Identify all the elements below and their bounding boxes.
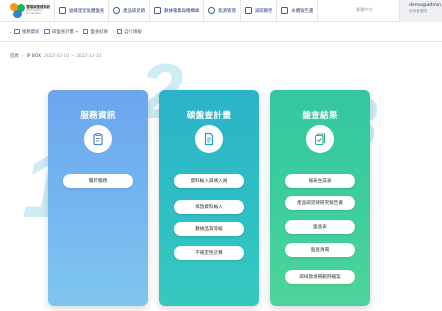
card-title: 盤查結果: [302, 111, 338, 121]
logo-subtitle: CO2 Carbon Accounting: [26, 9, 42, 15]
card-title: 碳盤查計畫: [186, 111, 232, 121]
user-menu[interactable]: demo@admin 使用者權限: [399, 0, 442, 22]
result-icon: [82, 28, 89, 35]
logo-mark-icon: [10, 2, 25, 19]
inventory-result-card: 盤查結果 報表生成表 產品碳足跡研究報告書 盤查表 盤查清冊 碳排放清冊範例檔案: [270, 90, 370, 306]
topnav-label: 數據蒐集與機構庫: [164, 8, 200, 14]
uncertainty-calc-button[interactable]: 不確定性計算: [174, 246, 244, 260]
carbon-plan-card: 碳盤查計畫 資料輸入與填入員 排放資料輸入 數據品質等級 不確定性計算: [159, 90, 259, 306]
top-nav: 組織溫室氣體盤查 產品碳足跡 數據蒐集與機構庫 能源管理 減碳路徑 永續報告書: [54, 0, 319, 22]
about-service-button[interactable]: 關於服務: [63, 174, 133, 188]
user-role: 使用者權限: [409, 9, 427, 14]
breadcrumb-current: IP BOX: [26, 53, 42, 59]
chevron-right-icon: ›: [113, 29, 115, 34]
energy-icon: [208, 7, 216, 14]
language-switch[interactable]: 繁體中文: [356, 7, 373, 13]
topnav-label: 永續報告書: [291, 8, 314, 14]
breadcrumb-separator: ›: [21, 53, 24, 59]
data-quality-level-button[interactable]: 數據品質等級: [174, 222, 244, 236]
report-icon: [281, 7, 289, 14]
topnav-label: 組織溫室氣體盤查: [69, 8, 105, 14]
breadcrumb-home[interactable]: 首頁: [10, 53, 19, 59]
database-icon: [154, 7, 162, 14]
topnav-label: 產品碳足跡: [123, 8, 146, 14]
footprint-icon: [113, 7, 121, 14]
emission-data-input-button[interactable]: 排放資料輸入: [174, 200, 244, 214]
app-logo[interactable]: 實踐碳管理系統 CO2 Carbon Accounting: [0, 0, 54, 22]
footprint-study-report-button[interactable]: 產品碳足跡研究報告書: [285, 196, 355, 210]
clipboard-icon: [84, 125, 112, 153]
building-icon: [59, 7, 66, 14]
topnav-label: 能源管理: [218, 8, 236, 14]
subnav-inventory-result[interactable]: 盤查結果: [82, 28, 108, 35]
data-entry-staff-button[interactable]: 資料輸入與填入員: [174, 174, 244, 188]
plan-icon: [44, 28, 50, 35]
path-icon: [244, 7, 252, 14]
subnav-label: 盤查結果: [90, 29, 108, 35]
topnav-reduction-path[interactable]: 減碳路徑: [241, 0, 278, 22]
emission-list-sample-button[interactable]: 碳排放清冊範例檔案: [285, 270, 355, 284]
chevron-down-icon: ⌄: [9, 29, 13, 34]
subnav-service-info[interactable]: ⌄ 服務資訊: [9, 28, 40, 35]
breadcrumb-date-range: 2022-01-01 ~ 2022-12-31: [44, 53, 102, 59]
top-bar: 實踐碳管理系統 CO2 Carbon Accounting 組織溫室氣體盤查 產…: [0, 0, 442, 22]
document-icon: [195, 125, 223, 153]
subnav-label: 自行填報: [124, 29, 142, 35]
checklist-icon: [306, 125, 334, 153]
service-info-card: 服務資訊 關於服務: [48, 90, 148, 306]
topnav-label: 減碳路徑: [254, 8, 273, 14]
caret-down-icon: ▾: [75, 29, 78, 34]
subnav-self-report[interactable]: › 自行填報: [113, 28, 142, 35]
topnav-org-inventory[interactable]: 組織溫室氣體盤查: [54, 0, 110, 22]
fill-icon: [116, 28, 123, 35]
subnav-carbon-plan[interactable]: 碳盤查計畫 ▾: [44, 28, 78, 35]
breadcrumb: 首頁 › IP BOX 2022-01-01 ~ 2022-12-31: [10, 53, 102, 60]
topnav-data-collection[interactable]: 數據蒐集與機構庫: [150, 0, 205, 22]
subnav-label: 服務資訊: [21, 29, 40, 35]
sub-nav: ⌄ 服務資訊 碳盤查計畫 ▾ 盤查結果 › 自行填報: [0, 22, 442, 42]
card-title: 服務資訊: [80, 111, 116, 121]
inventory-table-button[interactable]: 盤查表: [285, 220, 355, 234]
topnav-energy[interactable]: 能源管理: [204, 0, 241, 22]
report-generation-button[interactable]: 報表生成表: [285, 174, 355, 188]
topnav-product-footprint[interactable]: 產品碳足跡: [109, 0, 151, 22]
inventory-list-button[interactable]: 盤查清冊: [285, 243, 355, 257]
info-icon: [14, 28, 20, 35]
subnav-label: 碳盤查計畫: [51, 29, 74, 35]
topnav-sustainability-report[interactable]: 永續報告書: [277, 0, 319, 22]
